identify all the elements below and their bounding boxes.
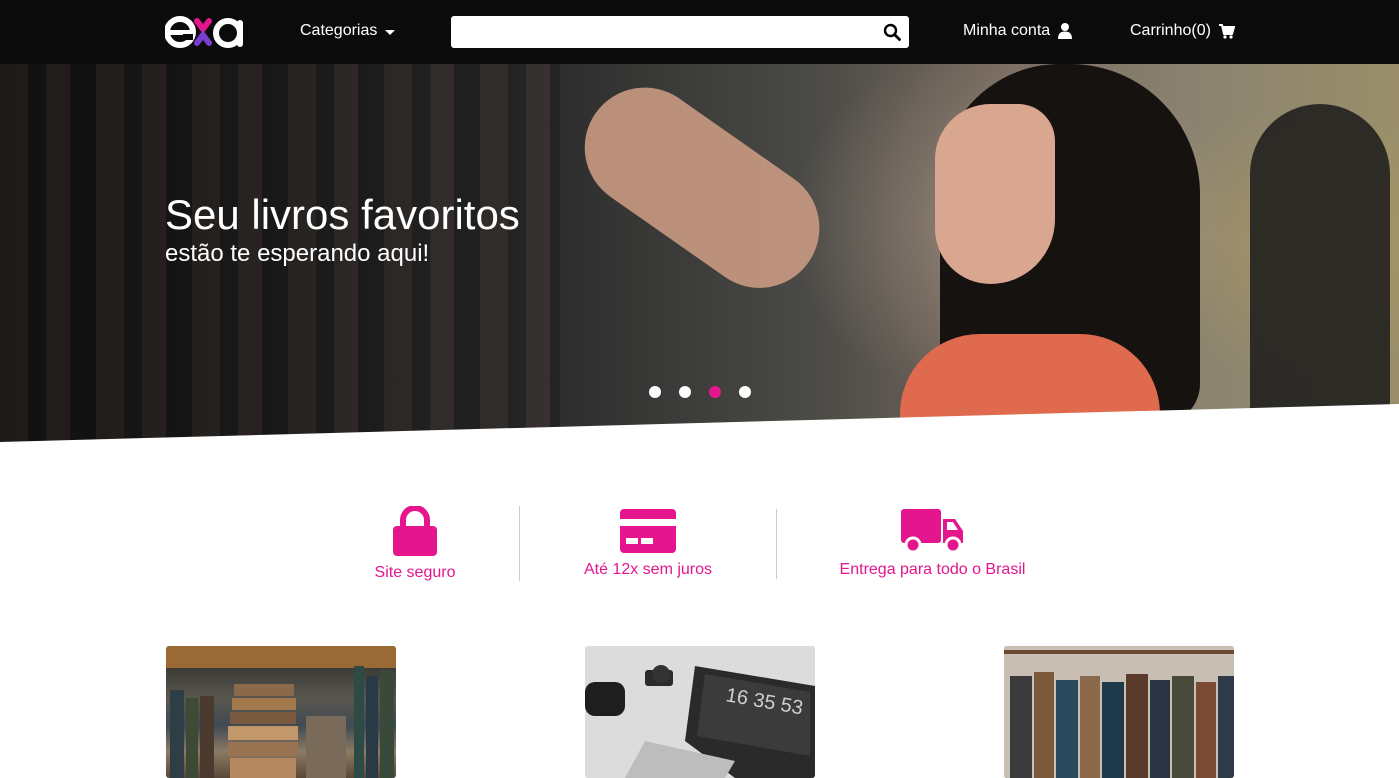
- truck-icon: [900, 509, 963, 553]
- divider: [519, 506, 520, 581]
- search-icon[interactable]: [883, 23, 901, 41]
- search-bar: [451, 16, 909, 48]
- top-navbar: Categorias Minha conta Carrinho(0): [0, 0, 1399, 64]
- cart-icon: [1218, 23, 1235, 39]
- electronics-category-tile[interactable]: 16 35 53: [585, 646, 815, 778]
- hero-diagonal-edge: [0, 404, 1399, 442]
- divider: [776, 509, 777, 579]
- feature-installments: Até 12x sem juros: [573, 509, 723, 579]
- cart-link[interactable]: Carrinho(0): [1130, 22, 1235, 40]
- my-account-link[interactable]: Minha conta: [963, 22, 1073, 40]
- lock-icon: [393, 506, 437, 556]
- feature-label: Entrega para todo o Brasil: [839, 561, 1026, 578]
- feature-label: Site seguro: [374, 564, 456, 581]
- my-account-label: Minha conta: [963, 22, 1051, 39]
- feature-secure-site: Site seguro: [360, 506, 470, 582]
- feature-shipping: Entrega para todo o Brasil: [830, 509, 1035, 579]
- credit-card-icon: [620, 509, 676, 553]
- books-category-tile[interactable]: [166, 646, 396, 778]
- hero-carousel[interactable]: Seu livros favoritos estão te esperando …: [0, 64, 1399, 442]
- laptop-image: 16 35 53: [585, 646, 815, 778]
- features-row: Site seguro Até 12x sem juros Entrega pa…: [0, 500, 1399, 600]
- cart-label: Carrinho(0): [1130, 22, 1211, 39]
- caret-down-icon: [385, 30, 396, 35]
- clothes-rack-image: [1004, 646, 1234, 778]
- eva-logo[interactable]: [165, 15, 247, 49]
- search-input[interactable]: [459, 16, 869, 48]
- categories-label: Categorias: [300, 22, 378, 39]
- categories-dropdown[interactable]: Categorias: [300, 22, 396, 40]
- user-icon: [1058, 23, 1073, 39]
- feature-label: Até 12x sem juros: [583, 561, 713, 578]
- books-image: [166, 646, 396, 778]
- clothing-category-tile[interactable]: [1004, 646, 1234, 778]
